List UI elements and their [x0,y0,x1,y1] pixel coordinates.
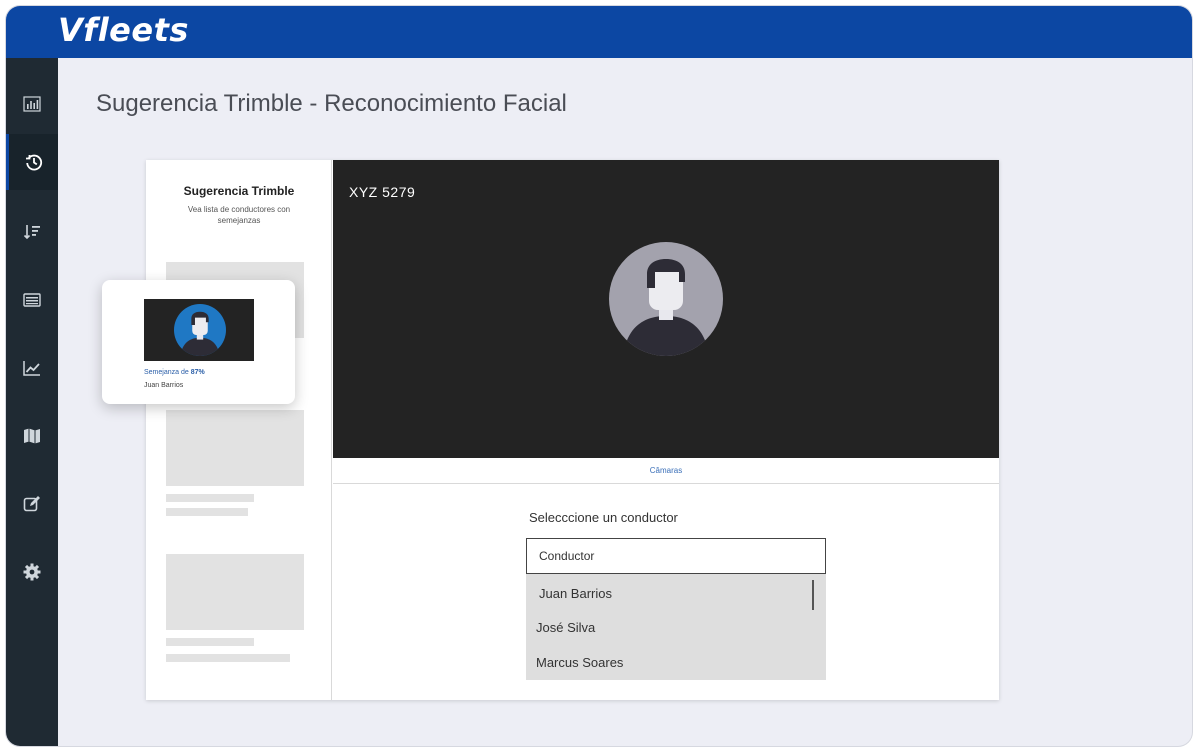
sidebar-item-dashboard[interactable] [6,76,58,132]
driver-search-input[interactable] [526,538,826,574]
text-placeholder [166,638,254,646]
suggested-driver-name: Juan Barrios [144,382,184,389]
vfleets-logo: Vfleets [58,11,189,49]
sidebar-item-edit[interactable] [6,476,58,532]
driver-avatar-icon [609,242,723,356]
camera-view: XYZ 5279 [333,160,999,458]
sidebar [6,58,58,746]
sidebar-item-list[interactable] [6,272,58,328]
facial-recognition-panel: Sugerencia Trimble Vea lista de conducto… [146,160,999,700]
suggestion-thumb-placeholder[interactable] [166,554,304,630]
camera-tab-bar: Câmaras [333,458,999,484]
similarity-prefix: Semejanza de [144,369,191,376]
similarity-score: Semejanza de 87% [144,369,205,376]
gear-icon [23,563,41,581]
suggested-driver-thumbnail [144,299,254,361]
top-bar: Vfleets [6,6,1192,58]
driver-option[interactable]: José Silva [536,620,595,635]
similarity-value: 87% [190,369,205,376]
sort-list-icon [23,225,40,240]
sidebar-item-history[interactable] [6,134,58,190]
suggestion-column: Sugerencia Trimble Vea lista de conducto… [146,160,332,700]
text-placeholder [166,508,248,516]
suggestion-title: Sugerencia Trimble [183,184,295,198]
edit-icon [23,496,40,512]
list-icon [23,293,41,307]
sidebar-item-sort[interactable] [6,204,58,260]
sidebar-item-map[interactable] [6,408,58,464]
driver-avatar-icon [174,304,226,356]
text-placeholder [166,654,290,662]
trend-line-icon [23,361,40,376]
map-icon [24,428,40,444]
driver-select-label: Selecccione un conductor [529,510,678,525]
driver-option[interactable]: Marcus Soares [536,655,623,670]
suggestion-thumb-placeholder[interactable] [166,410,304,486]
history-clock-icon [25,154,42,171]
dropdown-scrollbar[interactable] [812,580,814,610]
driver-dropdown: Juan Barrios José Silva Marcus Soares [526,574,826,680]
sidebar-item-settings[interactable] [6,544,58,600]
app-window: Vfleets Sugerencia Trimble - Reconocimie… [6,6,1192,746]
text-placeholder [166,494,254,502]
sidebar-item-reports[interactable] [6,340,58,396]
vehicle-plate: XYZ 5279 [349,184,416,200]
page-title: Sugerencia Trimble - Reconocimiento Faci… [96,90,567,117]
driver-option[interactable]: Juan Barrios [539,586,612,601]
suggested-driver-card[interactable]: Semejanza de 87% Juan Barrios [102,280,295,404]
suggestion-subtitle: Vea lista de conductores con semejanzas [187,205,291,225]
bar-chart-icon [23,96,41,112]
tab-cameras[interactable]: Câmaras [333,466,999,475]
